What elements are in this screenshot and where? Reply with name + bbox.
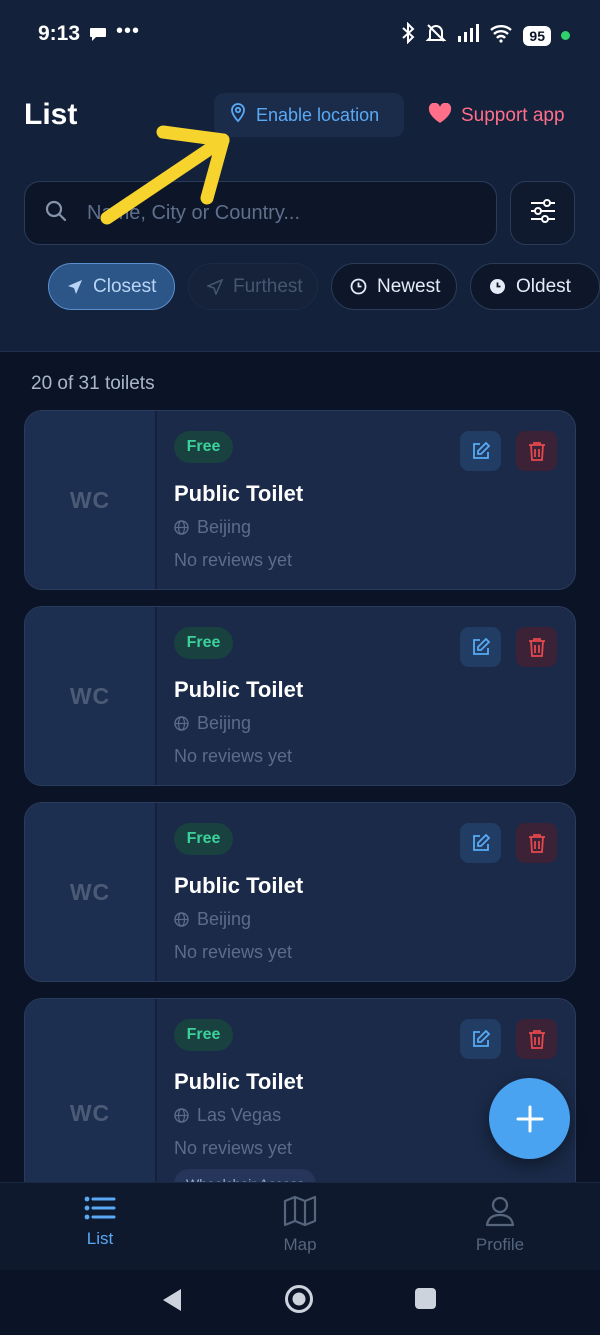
toilet-card[interactable]: WC Free Public Toilet Beijing No reviews… [24,410,576,590]
edit-icon [472,637,490,655]
reviews-text: No reviews yet [174,550,293,570]
trash-icon [528,442,545,461]
globe-icon [174,716,189,731]
trash-icon [528,1030,545,1049]
map-icon [283,1195,317,1227]
thumbnail-divider [155,803,157,981]
delete-button[interactable] [516,1019,557,1059]
reviews-text: No reviews yet [174,942,293,962]
edit-icon [472,1029,490,1047]
user-icon [485,1196,515,1227]
reviews-text: No reviews yet [174,1138,293,1158]
edit-button[interactable] [460,431,501,471]
thumbnail-placeholder: WC [25,411,155,589]
thumbnail-placeholder: WC [25,607,155,785]
price-badge: Free [174,1019,233,1051]
toilet-title: Public Toilet [174,677,304,702]
trash-icon [528,638,545,657]
delete-button[interactable] [516,431,557,471]
toilet-title: Public Toilet [174,873,304,898]
globe-icon [174,1108,189,1123]
city-label: Las Vegas [197,1105,282,1125]
plus-icon [516,1105,543,1132]
edit-button[interactable] [460,627,501,667]
annotation-arrow-icon [100,125,230,225]
toilet-card[interactable]: WC Free Public Toilet Beijing No reviews… [24,606,576,786]
city-label: Beijing [197,517,252,537]
edit-button[interactable] [460,1019,501,1059]
toilet-city: Beijing [174,517,251,538]
toilet-list: WC Free Public Toilet Beijing No reviews… [0,0,600,1182]
globe-icon [174,520,189,535]
amenity-tag: Wheelchair Access [174,1169,317,1182]
nav-tab-profile[interactable]: Profile [440,1195,560,1255]
toilet-title: Public Toilet [174,1069,304,1094]
toilet-card[interactable]: WC Free Public Toilet Beijing No reviews… [24,802,576,982]
edit-button[interactable] [460,823,501,863]
recent-apps-icon[interactable] [415,1288,436,1309]
back-icon[interactable] [161,1288,183,1312]
nav-tab-map[interactable]: Map [240,1195,360,1255]
edit-icon [472,833,490,851]
add-toilet-button[interactable] [489,1078,570,1159]
city-label: Beijing [197,909,252,929]
delete-button[interactable] [516,627,557,667]
list-icon [84,1196,116,1220]
globe-icon [174,912,189,927]
thumbnail-placeholder: WC [25,999,155,1182]
thumbnail-divider [155,411,157,589]
toilet-title: Public Toilet [174,481,304,506]
thumbnail-placeholder: WC [25,803,155,981]
nav-tab-list[interactable]: List [40,1195,160,1249]
trash-icon [528,834,545,853]
bottom-navigation: List Map Profile [0,1182,600,1270]
edit-icon [472,441,490,459]
toilet-city: Beijing [174,909,251,930]
reviews-text: No reviews yet [174,746,293,766]
thumbnail-divider [155,607,157,785]
toilet-card[interactable]: WC Free Public Toilet Las Vegas No revie… [24,998,576,1182]
price-badge: Free [174,823,233,855]
system-navigation-bar [0,1270,600,1335]
price-badge: Free [174,627,233,659]
delete-button[interactable] [516,823,557,863]
nav-label: Map [283,1235,317,1254]
city-label: Beijing [197,713,252,733]
toilet-city: Beijing [174,713,251,734]
nav-label: Profile [475,1235,525,1254]
toilet-city: Las Vegas [174,1105,281,1126]
home-icon[interactable] [284,1284,314,1314]
price-badge: Free [174,431,233,463]
nav-label: List [86,1229,114,1248]
thumbnail-divider [155,999,157,1182]
